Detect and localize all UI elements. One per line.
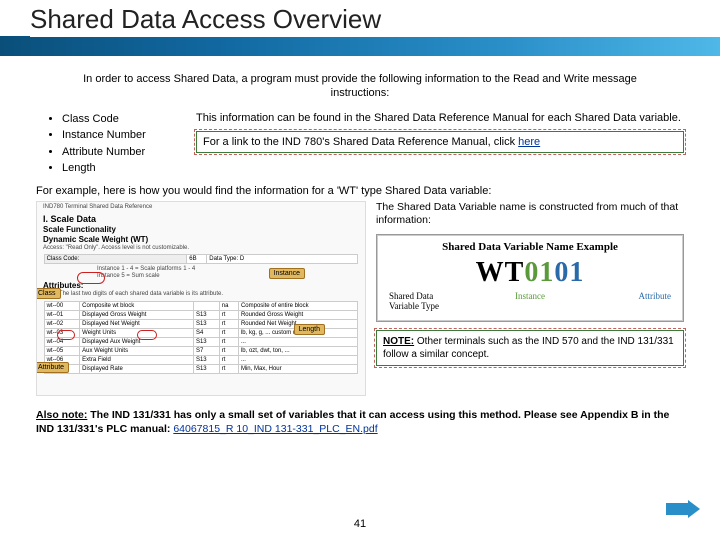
bullet-attribute-number: Attribute Number bbox=[62, 144, 176, 161]
field-bullets: Class Code Instance Number Attribute Num… bbox=[36, 111, 176, 177]
info-text: This information can be found in the Sha… bbox=[196, 111, 684, 125]
also-note: Also note: The IND 131/331 has only a sm… bbox=[36, 408, 684, 437]
doc-class-table: Class Code:6BData Type: D bbox=[44, 254, 359, 264]
var-instance: 01 bbox=[524, 257, 554, 288]
var-prefix: WT bbox=[476, 257, 525, 288]
bullet-instance-number: Instance Number bbox=[62, 127, 176, 144]
circle-class-code bbox=[77, 272, 105, 284]
example-intro: For example, here is how you would find … bbox=[36, 185, 684, 197]
doc-sub2: Dynamic Scale Weight (WT) bbox=[43, 235, 359, 244]
link-box-prefix: For a link to the IND 780's Shared Data … bbox=[203, 136, 518, 148]
note-box: NOTE: Other terminals such as the IND 57… bbox=[376, 330, 684, 366]
anno-attribute: Attribute bbox=[578, 291, 671, 311]
doc-instances: Instance 1 - 4 = Scale platforms 1 - 4 I… bbox=[97, 266, 359, 280]
anno-type: Shared Data Variable Type bbox=[389, 291, 482, 311]
plc-manual-link[interactable]: 64067815_R 10_IND 131-331_PLC_EN.pdf bbox=[173, 423, 377, 435]
doc-attributes-table: wt--00Composite wt blocknaComposite of e… bbox=[44, 301, 359, 374]
anno-instance: Instance bbox=[483, 291, 576, 311]
reference-manual-screenshot: IND780 Terminal Shared Data Reference I.… bbox=[36, 201, 366, 396]
callout-attribute: Attribute bbox=[36, 362, 69, 373]
circle-length bbox=[137, 330, 157, 340]
circle-attribute bbox=[57, 330, 75, 340]
doc-access: Access: "Read Only". Access level is not… bbox=[43, 245, 359, 252]
note-text: Other terminals such as the IND 570 and … bbox=[383, 336, 674, 360]
variable-box-title: Shared Data Variable Name Example bbox=[385, 241, 675, 253]
reference-link-box: For a link to the IND 780's Shared Data … bbox=[196, 131, 684, 153]
callout-class: Class bbox=[36, 288, 61, 299]
variable-intro: The Shared Data Variable name is constru… bbox=[376, 201, 684, 228]
note-label: NOTE: bbox=[383, 336, 414, 347]
slide-title: Shared Data Access Overview bbox=[30, 4, 720, 37]
also-note-label: Also note: bbox=[36, 409, 87, 421]
doc-sub1: Scale Functionality bbox=[43, 225, 359, 234]
reference-manual-link[interactable]: here bbox=[518, 136, 540, 148]
callout-instance: Instance bbox=[269, 268, 305, 279]
variable-name-example-box: Shared Data Variable Name Example WT0101… bbox=[376, 234, 684, 322]
bullet-length: Length bbox=[62, 160, 176, 177]
next-arrow-icon[interactable] bbox=[666, 500, 700, 518]
intro-text: In order to access Shared Data, a progra… bbox=[76, 72, 644, 101]
doc-top-line: IND780 Terminal Shared Data Reference bbox=[43, 204, 359, 211]
doc-note: Note: The last two digits of each shared… bbox=[43, 291, 359, 298]
callout-length: Length bbox=[294, 324, 325, 335]
var-attribute: 01 bbox=[554, 257, 584, 288]
page-number: 41 bbox=[0, 518, 720, 530]
bullet-class-code: Class Code bbox=[62, 111, 176, 128]
doc-section: I. Scale Data bbox=[43, 214, 365, 224]
variable-example: WT0101 bbox=[385, 257, 675, 289]
